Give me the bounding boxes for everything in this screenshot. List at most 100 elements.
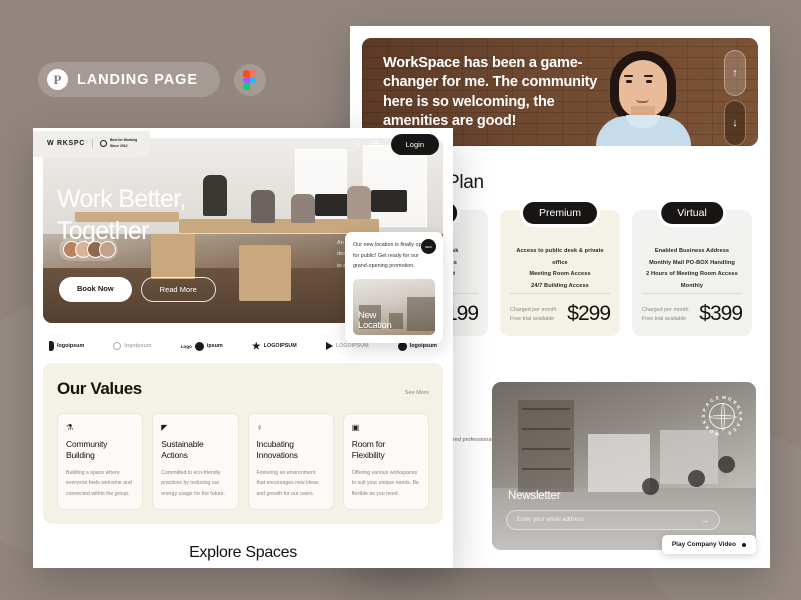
- promo-text: Our new location is finally open for pub…: [353, 242, 428, 270]
- value-card-desc: Offering various workspaces to suit your…: [351, 469, 419, 497]
- leaf-icon: ◤: [161, 423, 168, 432]
- play-icon: [742, 542, 746, 547]
- partner-logo-name: ipsum: [206, 343, 223, 349]
- plan-charged-label: Charged per month: [642, 306, 689, 313]
- brand-stamp: Best for Working Since 2012: [99, 138, 137, 148]
- partner-logo-name: logoipsum: [124, 343, 152, 349]
- testimonial-scroll-controls[interactable]: ↑ ↓: [724, 50, 746, 146]
- left-browser-window: ← → Work Better, Together Book Now Read …: [33, 128, 453, 568]
- login-button[interactable]: Login: [390, 133, 439, 155]
- promo-image: New Location: [353, 278, 435, 335]
- value-card[interactable]: ◤ Sustainable Actions Committed to eco-f…: [152, 413, 239, 510]
- landing-page-badge[interactable]: P LANDING PAGE: [38, 62, 220, 97]
- site-navbar: W RKSPC Best for Working Since 2012 ⌕ ☰ …: [33, 128, 453, 160]
- shelf-line: [522, 408, 570, 410]
- plan-charged-label: Charged per month: [510, 306, 557, 313]
- plan-billing-note: Charged per month Free trial available: [642, 306, 688, 324]
- partner-logo-name: logoipsum: [57, 343, 85, 349]
- partner-logo: LOGOIPSUM: [251, 341, 297, 351]
- plan-name-badge: Virtual: [658, 199, 726, 227]
- shelf-line: [522, 448, 570, 450]
- scroll-down-icon[interactable]: ↓: [724, 100, 746, 146]
- hero-person: [251, 189, 275, 224]
- partner-logo: Logo ipsum: [180, 341, 223, 351]
- values-header: Our Values See More: [57, 379, 429, 399]
- plan-price: $299: [567, 301, 611, 325]
- partner-logo-name: LOGOIPSUM: [335, 343, 369, 349]
- hero-desk: [179, 219, 379, 234]
- office-chair: [642, 478, 659, 495]
- stamp-text: Best for Working Since 2012: [110, 138, 137, 148]
- figma-badge[interactable]: [233, 63, 266, 96]
- plan-feature: Access to public desk & private office: [516, 248, 604, 266]
- newsletter-label: Newsletter: [508, 490, 561, 502]
- value-card-desc: Committed to eco-friendly practices by r…: [161, 469, 225, 497]
- plan-feature-list: Access to public desk & private office M…: [510, 246, 610, 293]
- search-icon[interactable]: ⌕: [356, 139, 361, 150]
- value-card-title: Room for Flexibility: [351, 439, 386, 460]
- plan-feature: Monthly Mail PO-BOX Handling: [649, 259, 735, 266]
- value-card[interactable]: ⚗ Community Building Building a space wh…: [57, 413, 144, 510]
- plan-footer: Charged per month Free trial available $…: [642, 292, 743, 325]
- community-icon: ⚗: [66, 423, 74, 432]
- promo-label: New Location: [358, 309, 392, 332]
- see-more-link[interactable]: See More: [405, 390, 429, 396]
- play-company-video-button[interactable]: Play Company Video: [661, 535, 756, 554]
- lightbulb-icon: ♀: [256, 423, 263, 432]
- hero-cabinet: [239, 245, 291, 301]
- partner-logo-prefix: Logo: [180, 343, 192, 349]
- plan-name-badge: Premium: [519, 199, 601, 227]
- testimonial-quote: WorkSpace has been a game-changer for me…: [383, 55, 598, 129]
- shelf-line: [522, 428, 570, 430]
- landing-page-label: LANDING PAGE: [77, 71, 198, 88]
- navbar-actions: ⌕ ☰ Login: [356, 133, 439, 155]
- new-badge-icon: NEW: [421, 239, 436, 254]
- plan-feature-list: Enabled Business Address Monthly Mail PO…: [642, 246, 742, 293]
- value-card-desc: Building a space where everyone feels we…: [66, 469, 132, 497]
- partner-logo: logoipsum: [49, 341, 84, 351]
- expand-icon: ▣: [351, 423, 360, 432]
- arrow-right-icon[interactable]: →: [700, 515, 709, 525]
- newsletter-email-input[interactable]: Enter your email address →: [506, 510, 720, 530]
- plan-price: $399: [699, 301, 743, 325]
- brand-logo-chip[interactable]: W RKSPC Best for Working Since 2012: [33, 131, 151, 157]
- partner-logo: logoipsum: [113, 342, 152, 350]
- avatar: [99, 241, 116, 258]
- hero-monitor: [371, 189, 407, 212]
- value-card[interactable]: ♀ Incubating Innovations Fostering an en…: [247, 413, 334, 510]
- p-circle-icon: P: [47, 69, 68, 90]
- menu-icon[interactable]: ☰: [372, 139, 380, 150]
- stamp-line-1: Best for Working: [109, 138, 138, 143]
- value-card-title: Community Building: [66, 439, 108, 460]
- plan-feature: 2 Hours of Meeting Room Access Monthly: [646, 271, 738, 290]
- office-desk: [588, 434, 650, 492]
- office-shelf-wall: [518, 400, 574, 492]
- testimonial-avatar-photo: [588, 46, 700, 146]
- read-more-button[interactable]: Read More: [140, 277, 216, 302]
- new-location-promo-card[interactable]: NEW Our new location is finally open for…: [345, 232, 443, 343]
- pricing-card[interactable]: Premium Access to public desk & private …: [500, 199, 620, 336]
- workspace-seal-badge: WORKSPACE WORKSPACE: [698, 392, 746, 440]
- shelf-line: [522, 468, 570, 470]
- hero-person: [291, 193, 315, 224]
- stamp-line-2: Since 2012: [109, 143, 128, 148]
- value-card[interactable]: ▣ Room for Flexibility Offering various …: [342, 413, 429, 510]
- office-chair: [718, 456, 735, 473]
- value-card-title: Sustainable Actions: [161, 439, 204, 460]
- partner-logo: LOGOIPSUM: [325, 342, 369, 350]
- hero-person: [203, 175, 227, 216]
- stamp-circle-icon: [99, 140, 107, 147]
- plan-footer: Charged per month Free trial available $…: [510, 292, 611, 325]
- scroll-up-icon[interactable]: ↑: [724, 50, 746, 96]
- seal-circular-text: WORKSPACE WORKSPACE: [700, 395, 744, 437]
- plan-trial-label: Free trial available: [510, 315, 555, 322]
- explore-spaces-heading: Explore Spaces: [189, 543, 297, 561]
- newsletter-placeholder: Enter your email address: [517, 517, 584, 523]
- header-badge-row: P LANDING PAGE: [38, 62, 266, 97]
- office-chair: [688, 470, 705, 487]
- plan-trial-label: Free trial available: [642, 315, 687, 322]
- book-now-button[interactable]: Book Now: [59, 277, 132, 302]
- partner-logo: logoipsum: [397, 341, 437, 351]
- hero-person: [347, 186, 371, 220]
- pricing-card[interactable]: Virtual Enabled Business Address Monthly…: [632, 199, 752, 336]
